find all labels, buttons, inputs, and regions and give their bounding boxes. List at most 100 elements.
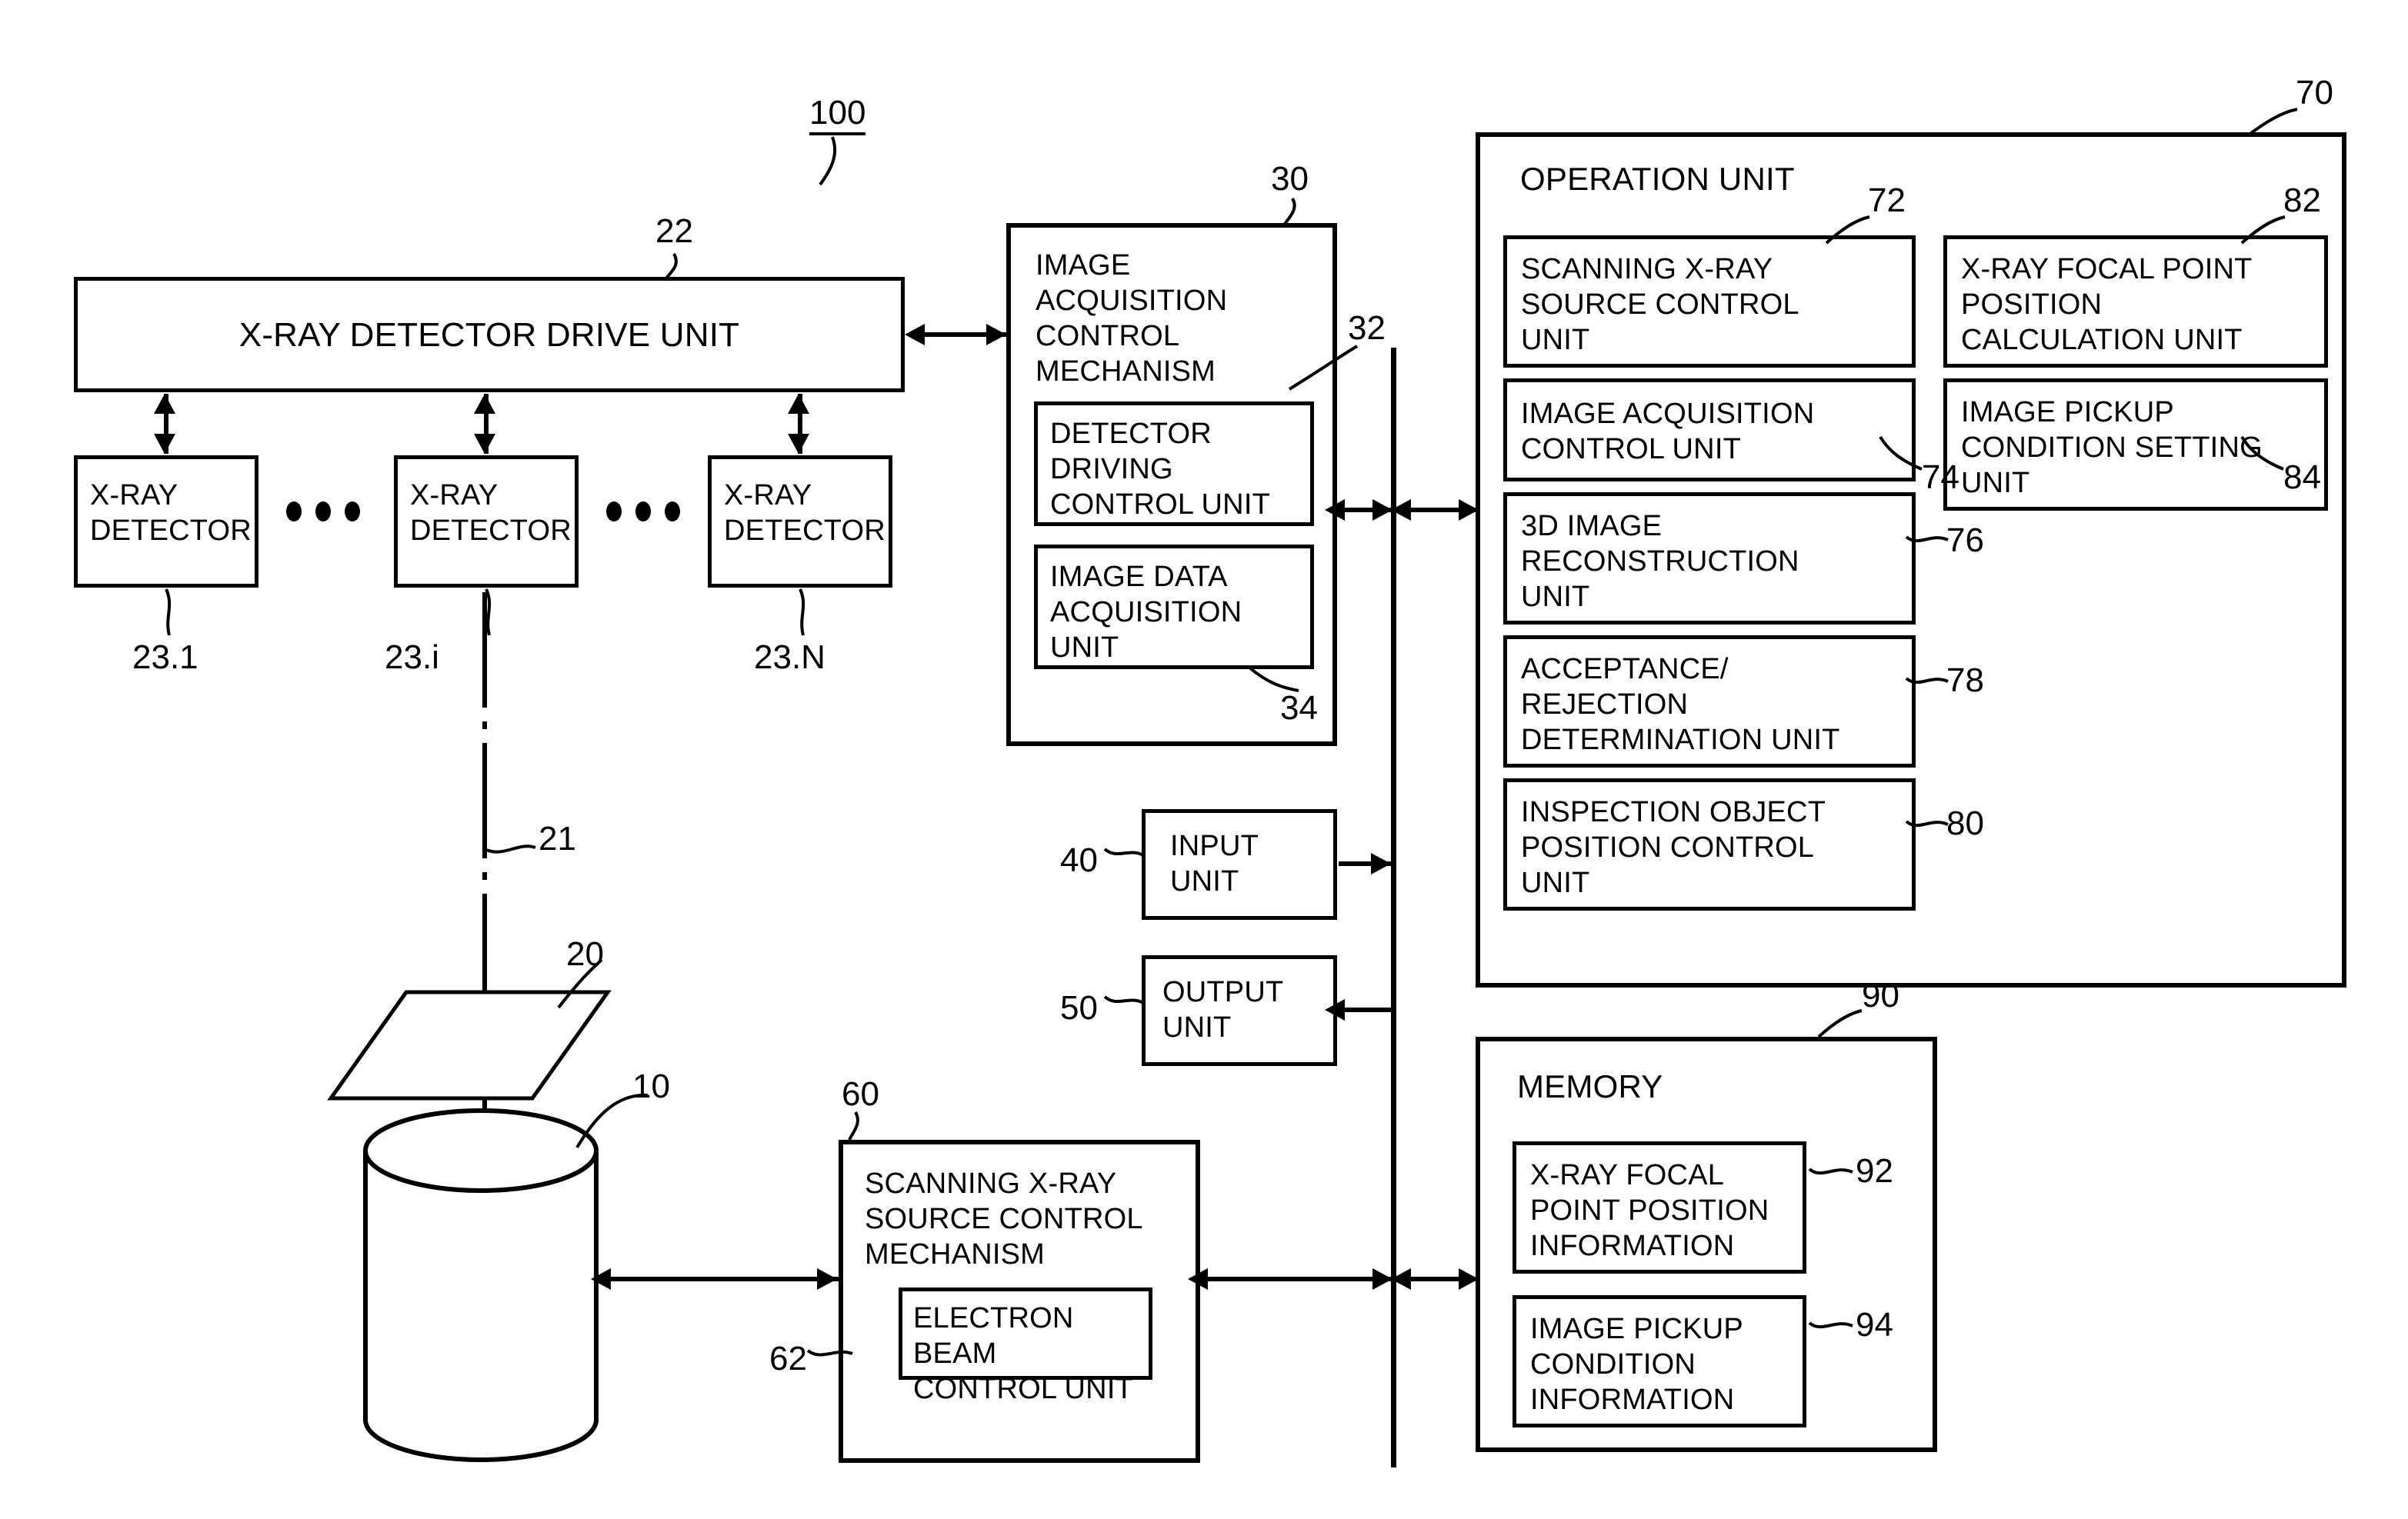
xray-detector-n-label: X-RAY DETECTOR [724,479,885,547]
system-ref-100: 100 [809,95,866,135]
electron-beam-control-unit-box[interactable]: ELECTRON BEAM CONTROL UNIT [899,1287,1152,1405]
ref-60: 60 [842,1075,879,1113]
xray-detector-drive-unit-box[interactable]: X-RAY DETECTOR DRIVE UNIT [74,277,905,392]
arrowhead-down-detn [788,434,809,454]
leader-82 [2240,215,2286,245]
ref-82: 82 [2283,182,2321,219]
leader-40 [1103,848,1144,857]
image-data-acquisition-unit-box[interactable]: IMAGE DATA ACQUISITION UNIT [1034,545,1314,669]
xray-detector-n-box[interactable]: X-RAY DETECTOR [708,455,892,588]
arrowhead-left-mech-bus [1325,499,1345,521]
ref-84: 84 [2283,458,2321,496]
leader-50 [1103,995,1144,1004]
xray-detector-i-label: X-RAY DETECTOR [410,479,572,547]
leader-78 [1905,677,1949,685]
leader-100 [819,136,837,186]
ref-70: 70 [2296,74,2333,112]
arrowhead-left-bus-memory [1391,1268,1411,1290]
electron-beam-control-unit-label: ELECTRON BEAM CONTROL UNIT [913,1302,1133,1405]
arrowhead-up-detn [788,394,809,414]
xray-focal-point-position-calculation-unit-label: X-RAY FOCAL POINT POSITION CALCULATION U… [1961,253,2253,356]
ref-30: 30 [1271,160,1309,198]
xray-detector-1-label: X-RAY DETECTOR [90,479,252,547]
arrowhead-down-det1 [154,434,175,454]
ref-74: 74 [1922,458,1959,496]
ref-92: 92 [1856,1152,1893,1190]
arrowhead-right-sourcemech-bus [1372,1268,1392,1290]
leader-72 [1825,215,1870,245]
leader-21 [484,844,536,854]
ellipsis-dots-right [606,501,680,521]
arrowhead-left-source-mech [591,1268,611,1290]
arrowhead-right-source-mech [817,1268,837,1290]
three-d-image-reconstruction-unit-label: 3D IMAGE RECONSTRUCTION UNIT [1521,510,1799,613]
xray-focal-point-position-information-box[interactable]: X-RAY FOCAL POINT POSITION INFORMATION [1513,1141,1806,1274]
ref-21: 21 [539,820,576,858]
arrowhead-right-input-bus [1371,853,1391,874]
xray-detector-1-box[interactable]: X-RAY DETECTOR [74,455,258,588]
output-unit-box[interactable]: OUTPUT UNIT [1142,955,1337,1066]
acceptance-rejection-determination-unit-box[interactable]: ACCEPTANCE/ REJECTION DETERMINATION UNIT [1503,635,1916,768]
output-unit-label: OUTPUT UNIT [1162,976,1284,1044]
arrowhead-left-bus-op [1391,499,1411,521]
inspection-object-position-control-unit-label: INSPECTION OBJECT POSITION CONTROL UNIT [1521,796,1826,899]
image-data-acquisition-unit-label: IMAGE DATA ACQUISITION UNIT [1050,561,1242,664]
image-acquisition-control-unit-box[interactable]: IMAGE ACQUISITION CONTROL UNIT [1503,378,1916,481]
ref-80: 80 [1946,804,1984,842]
input-unit-label: INPUT UNIT [1170,830,1259,898]
arrowhead-right-drive-mech [986,324,1006,345]
leader-22 [663,253,678,281]
ref-23-i: 23.i [385,638,439,676]
leader-32 [1288,345,1359,391]
arrowhead-left-sourcemech-bus [1188,1268,1208,1290]
connector-sourcemech-bus [1202,1277,1394,1281]
xray-focal-point-position-calculation-unit-box[interactable]: X-RAY FOCAL POINT POSITION CALCULATION U… [1943,235,2328,368]
operation-unit-box[interactable]: OPERATION UNIT SCANNING X-RAY SOURCE CON… [1476,132,2346,988]
scanning-xray-source-control-mechanism-box[interactable]: SCANNING X-RAY SOURCE CONTROL MECHANISM … [839,1140,1200,1463]
image-pickup-condition-information-label: IMAGE PICKUP CONDITION INFORMATION [1530,1313,1743,1416]
memory-label: MEMORY [1517,1068,1663,1104]
leader-76 [1905,535,1949,543]
ref-34: 34 [1280,689,1318,727]
leader-23-n [799,588,805,636]
scanning-xray-source-cylinder [363,1108,599,1462]
detector-driving-control-unit-box[interactable]: DETECTOR DRIVING CONTROL UNIT [1034,401,1314,526]
acceptance-rejection-determination-unit-label: ACCEPTANCE/ REJECTION DETERMINATION UNIT [1521,653,1840,756]
inspection-object-position-control-unit-box[interactable]: INSPECTION OBJECT POSITION CONTROL UNIT [1503,778,1916,911]
memory-box[interactable]: MEMORY X-RAY FOCAL POINT POSITION INFORM… [1476,1037,1937,1452]
leader-90 [1817,1009,1863,1038]
ellipsis-dots-left [286,501,360,521]
three-d-image-reconstruction-unit-box[interactable]: 3D IMAGE RECONSTRUCTION UNIT [1503,492,1916,625]
ref-40: 40 [1060,841,1098,879]
leader-92 [1808,1168,1853,1175]
scanning-xray-source-control-unit-box[interactable]: SCANNING X-RAY SOURCE CONTROL UNIT [1503,235,1916,368]
patent-figure-canvas: 100 X-RAY DETECTOR DRIVE UNIT 22 X-RAY D… [0,0,2408,1519]
xray-detector-i-box[interactable]: X-RAY DETECTOR [394,455,579,588]
ref-22: 22 [655,212,693,250]
ref-90: 90 [1862,977,1899,1014]
leader-70 [2246,108,2298,137]
image-pickup-condition-information-box[interactable]: IMAGE PICKUP CONDITION INFORMATION [1513,1295,1806,1427]
arrowhead-right-mech-bus [1372,499,1392,521]
ref-78: 78 [1946,661,1984,699]
ref-20: 20 [566,935,604,973]
ref-23-1: 23.1 [132,638,198,676]
scanning-xray-source-control-unit-label: SCANNING X-RAY SOURCE CONTROL UNIT [1521,253,1799,356]
leader-60 [848,1111,859,1141]
scanning-xray-source-control-mechanism-label: SCANNING X-RAY SOURCE CONTROL MECHANISM [865,1168,1143,1271]
connector-source-mechanism [608,1277,839,1281]
ref-10: 10 [632,1068,670,1105]
ref-94: 94 [1856,1306,1893,1344]
operation-unit-label: OPERATION UNIT [1520,161,1795,197]
input-unit-box[interactable]: INPUT UNIT [1142,809,1337,920]
xray-focal-point-position-information-label: X-RAY FOCAL POINT POSITION INFORMATION [1530,1159,1769,1262]
xray-detector-drive-unit-label: X-RAY DETECTOR DRIVE UNIT [238,316,740,354]
arrowhead-left-bus-output [1325,999,1345,1021]
arrowhead-left-drive-mech [905,324,925,345]
leader-74 [1879,435,1923,471]
leader-94 [1808,1321,1853,1329]
ref-50: 50 [1060,989,1098,1027]
arrowhead-up-det1 [154,394,175,414]
image-acquisition-control-unit-label: IMAGE ACQUISITION CONTROL UNIT [1521,398,1815,465]
detector-driving-control-unit-label: DETECTOR DRIVING CONTROL UNIT [1050,418,1270,521]
